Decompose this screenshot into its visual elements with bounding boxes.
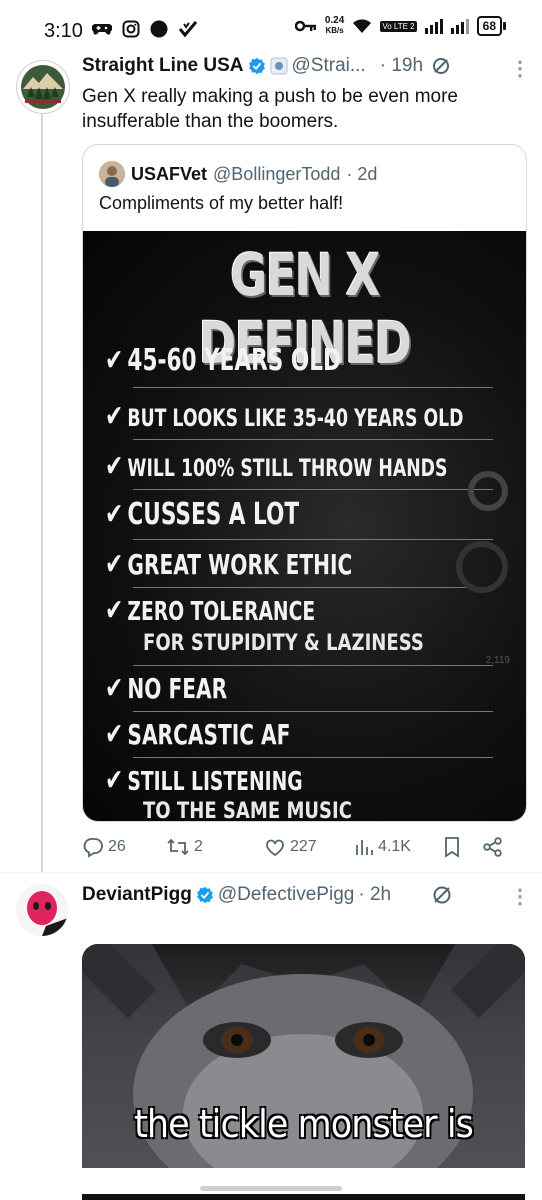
retweet-button[interactable]: 2 bbox=[166, 836, 264, 858]
net-speed-value: 0.24 bbox=[324, 15, 345, 26]
tinder-check-icon bbox=[178, 21, 198, 38]
image-list-item: ✔ SARCASTIC AF bbox=[105, 717, 291, 752]
battery-icon: 68 bbox=[476, 16, 507, 36]
game-controller-icon bbox=[92, 23, 112, 35]
quoted-tweet[interactable]: USAFVet @BollingerTodd · 2d Compliments … bbox=[82, 144, 527, 822]
decorative-ring bbox=[468, 471, 508, 511]
quoted-tweet-time: · 2d bbox=[346, 163, 378, 184]
avatar[interactable] bbox=[16, 60, 70, 114]
quoted-author-handle: @BollingerTodd bbox=[213, 163, 341, 184]
avatar[interactable] bbox=[16, 884, 68, 936]
retweet-count: 2 bbox=[194, 838, 203, 855]
status-time: 3:10 bbox=[44, 20, 83, 42]
affiliate-badge-icon bbox=[270, 57, 288, 75]
author-name[interactable]: Straight Line USA bbox=[82, 54, 244, 78]
image-list-item: ✔ NO FEAR bbox=[105, 671, 228, 706]
quoted-tweet-text: Compliments of my better half! bbox=[99, 193, 344, 213]
more-options-icon[interactable]: ⋮ bbox=[510, 884, 530, 909]
reply-button[interactable]: 26 bbox=[82, 836, 166, 858]
views-icon bbox=[356, 840, 373, 855]
wifi-icon bbox=[353, 19, 372, 33]
verified-badge-icon bbox=[196, 886, 213, 904]
grok-icon[interactable] bbox=[431, 56, 451, 76]
tweet-text: Gen X really making a push to be even mo… bbox=[82, 86, 458, 132]
image-list-item: ✔ BUT LOOKS LIKE 35-40 YEARS OLD bbox=[105, 399, 464, 434]
dot-icon bbox=[150, 20, 168, 38]
next-image-strip bbox=[82, 1194, 525, 1200]
author-handle[interactable]: @Strai... bbox=[292, 54, 366, 78]
view-count: 4.1K bbox=[378, 838, 411, 855]
straight-line-usa-logo-icon bbox=[18, 62, 68, 112]
reply-count: 26 bbox=[108, 838, 126, 855]
divider bbox=[133, 489, 493, 490]
tweet-header: Straight Line USA @Strai... · 19h bbox=[82, 54, 522, 78]
bookmark-button[interactable] bbox=[442, 836, 482, 858]
home-gesture-bar[interactable] bbox=[200, 1186, 342, 1191]
tweet-action-bar: 26 2 227 4.1K bbox=[82, 832, 522, 862]
like-button[interactable]: 227 bbox=[264, 836, 354, 858]
image-deco-text: 2,119 bbox=[485, 655, 510, 666]
tweet-time[interactable]: · 2h bbox=[358, 882, 391, 908]
divider bbox=[133, 587, 493, 588]
divider bbox=[133, 711, 493, 712]
views-button[interactable]: 4.1K bbox=[354, 837, 442, 857]
image-sub-line: TO THE SAME MUSIC bbox=[143, 799, 352, 821]
image-list-item: ✔ STILL LISTENING bbox=[105, 763, 303, 798]
volte-badge: Vo LTE 2 bbox=[380, 20, 417, 32]
replies-icon bbox=[83, 838, 103, 858]
status-system-icons: 0.24 KB/s Vo LTE 2 68 bbox=[294, 16, 507, 36]
instagram-icon bbox=[122, 20, 140, 38]
status-notification-icons bbox=[92, 20, 198, 38]
thread-connector-line bbox=[41, 112, 43, 872]
share-button[interactable] bbox=[482, 836, 512, 858]
vpn-key-icon bbox=[294, 20, 316, 32]
divider bbox=[133, 757, 493, 758]
tweet-header: DeviantPigg @DefectivePigg · 2h bbox=[82, 882, 522, 908]
quoted-tweet-header: USAFVet @BollingerTodd · 2d bbox=[99, 161, 377, 187]
share-icon bbox=[483, 837, 502, 857]
image-list-item: ✔ CUSSES A LOT bbox=[105, 497, 300, 532]
bookmark-icon bbox=[445, 837, 459, 858]
image-list-item: ✔ 45-60 YEARS OLD bbox=[105, 343, 341, 378]
more-options-icon[interactable]: ⋮ bbox=[510, 56, 530, 81]
divider bbox=[133, 387, 493, 388]
like-count: 227 bbox=[290, 838, 317, 855]
quoted-tweet-image[interactable]: GEN X DEFINED ✔ 45-60 YEARS OLD ✔ BUT LOOK… bbox=[83, 231, 526, 821]
image-list-item: ✔ WILL 100% STILL THROW HANDS bbox=[105, 449, 448, 484]
image-caption: the tickle monster is bbox=[134, 1102, 474, 1146]
tweet-time[interactable]: · 19h bbox=[380, 54, 423, 78]
tweet-image[interactable]: the tickle monster is bbox=[82, 944, 525, 1168]
image-list-item: ✔ ZERO TOLERANCE bbox=[105, 593, 316, 628]
quoted-avatar bbox=[99, 161, 125, 187]
signal-2-icon bbox=[450, 18, 469, 34]
net-speed: 0.24 KB/s bbox=[325, 16, 344, 36]
status-bar: 3:10 0.24 KB/s Vo LTE 2 68 bbox=[0, 0, 542, 62]
image-sub-line: FOR STUPIDITY & LAZINESS bbox=[143, 631, 424, 656]
retweet-icon bbox=[167, 838, 189, 856]
pig-mask-avatar-icon bbox=[16, 884, 68, 936]
grok-icon[interactable] bbox=[431, 884, 453, 906]
signal-1-icon bbox=[424, 18, 443, 34]
net-speed-unit: KB/s bbox=[325, 26, 344, 35]
author-name[interactable]: DeviantPigg bbox=[82, 882, 192, 908]
tweet-divider bbox=[0, 872, 542, 873]
divider bbox=[133, 539, 493, 540]
quoted-author-name: USAFVet bbox=[131, 163, 208, 184]
verified-badge-icon bbox=[248, 57, 265, 75]
decorative-ring bbox=[456, 541, 508, 593]
author-handle[interactable]: @DefectivePigg bbox=[218, 882, 355, 908]
divider bbox=[133, 439, 493, 440]
like-icon bbox=[266, 839, 284, 857]
image-list-item: ✔ GREAT WORK ETHIC bbox=[105, 547, 353, 582]
divider bbox=[133, 665, 493, 666]
